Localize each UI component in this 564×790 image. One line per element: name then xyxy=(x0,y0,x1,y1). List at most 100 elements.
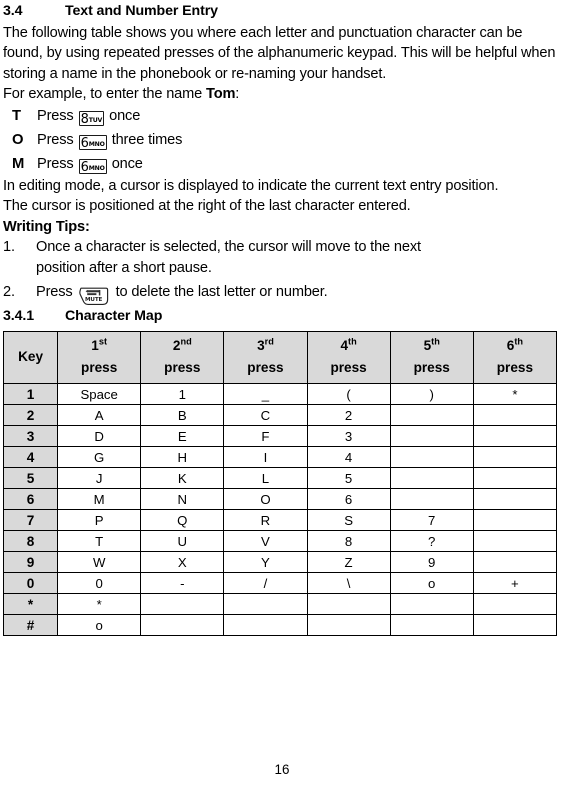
ordinal: 5th xyxy=(391,335,473,357)
press-cell: ) xyxy=(389,383,474,406)
keycap-digit: 8 xyxy=(80,111,89,127)
example-prefix: For example, to enter the name xyxy=(3,85,207,102)
press-cell xyxy=(472,425,558,448)
press-cell: 4 xyxy=(306,446,391,469)
press-example-count: once xyxy=(109,108,141,125)
press-cell xyxy=(389,467,474,490)
press-cell xyxy=(389,593,474,616)
writing-tip-verb: Press xyxy=(36,284,73,301)
column-header-press-1: 1st press xyxy=(57,331,142,385)
intro-paragraph: The following table shows you where each… xyxy=(3,25,556,82)
character-map-body: 1 Space 1 _() * 2 A B C 2 3 D E F 3 4 G H I 4 5 J K L 5 6 M N O 6 7 P Q R… xyxy=(2,383,558,637)
mute-key-icon: MUTE xyxy=(78,287,109,306)
press-cell: 5 xyxy=(306,467,391,490)
ordinal-number: 3 xyxy=(257,338,265,354)
press-cell: + xyxy=(472,572,558,595)
press-cell: J xyxy=(57,467,142,490)
press-cell: H xyxy=(140,446,225,469)
press-cell: X xyxy=(140,551,225,574)
press-cell: _ xyxy=(223,383,308,406)
writing-tip-text-continued: position after a short pause. xyxy=(36,260,212,277)
press-cell: ( xyxy=(306,383,391,406)
press-cell: Y xyxy=(223,551,308,574)
table-row: 2ABC2 xyxy=(2,404,558,427)
press-cell xyxy=(389,446,474,469)
press-cell: \ xyxy=(306,572,391,595)
ordinal: 1st xyxy=(58,335,140,357)
press-cell: / xyxy=(223,572,308,595)
press-cell: K xyxy=(140,467,225,490)
press-cell: * xyxy=(57,593,142,616)
press-cell: W xyxy=(57,551,142,574)
press-cell: - xyxy=(140,572,225,595)
press-example-verb: Press xyxy=(37,132,74,149)
press-cell xyxy=(472,530,558,553)
column-header-press-6: 6th press xyxy=(472,331,558,385)
press-cell: B xyxy=(140,404,225,427)
press-example-letter: T xyxy=(12,108,21,125)
press-cell xyxy=(223,593,308,616)
key-cell: 9 xyxy=(2,551,59,574)
press-cell xyxy=(472,446,558,469)
press-cell xyxy=(140,593,225,616)
page-content: 3.4 Text and Number Entry The following t… xyxy=(2,0,561,637)
press-word: press xyxy=(81,360,118,376)
press-cell: T xyxy=(57,530,142,553)
key-cell: 2 xyxy=(2,404,59,427)
table-row: 5JKL5 xyxy=(2,467,558,490)
press-cell xyxy=(472,404,558,427)
table-row: 9WXYZ9 xyxy=(2,551,558,574)
press-cell xyxy=(472,614,558,637)
character-map-table: Key 1st press 2nd press 3rd press 4th pr… xyxy=(2,331,558,637)
ordinal-suffix: nd xyxy=(180,336,192,347)
press-cell: G xyxy=(57,446,142,469)
writing-tip-marker: 1. xyxy=(3,238,15,255)
table-row: 0 0- / \ o + xyxy=(2,572,558,595)
press-cell xyxy=(472,488,558,511)
press-cell: S xyxy=(306,509,391,532)
table-row: # o xyxy=(2,614,558,637)
keycap-letters: TUV xyxy=(88,116,103,124)
subsection-title: Character Map xyxy=(65,308,163,325)
press-cell: * xyxy=(472,383,558,406)
press-cell: Space xyxy=(57,383,142,406)
keycap-digit: 6 xyxy=(80,135,89,151)
press-word: press xyxy=(496,360,534,376)
press-cell: 6 xyxy=(306,488,391,511)
document-page: 3.4 Text and Number Entry The following t… xyxy=(0,0,564,790)
column-header-press-3: 3rd press xyxy=(223,331,308,385)
press-example-verb: Press xyxy=(37,108,74,125)
ordinal-number: 1 xyxy=(91,338,99,354)
press-cell: o xyxy=(57,614,142,637)
press-cell xyxy=(140,614,225,637)
key-cell: # xyxy=(2,614,59,637)
keypad-8-tuv-icon: 8 TUV xyxy=(78,110,105,127)
press-cell: L xyxy=(223,467,308,490)
key-cell: 3 xyxy=(2,425,59,448)
key-cell: 5 xyxy=(2,467,59,490)
press-word: press xyxy=(413,360,450,376)
table-row: 6MNO6 xyxy=(2,488,558,511)
press-example-count: once xyxy=(111,156,143,173)
press-cell xyxy=(389,488,474,511)
press-cell: U xyxy=(140,530,225,553)
writing-tips-heading: Writing Tips: xyxy=(3,218,90,235)
press-cell: C xyxy=(223,404,308,427)
writing-tip-text: to delete the last letter or number. xyxy=(115,284,328,301)
table-header-row: Key 1st press 2nd press 3rd press 4th pr… xyxy=(2,331,558,385)
keycap-letters: MNO xyxy=(88,164,105,172)
table-row: 7PQRS7 xyxy=(2,509,558,532)
press-cell xyxy=(472,509,558,532)
press-cell: ? xyxy=(389,530,474,553)
subsection-heading: 3.4.1 Character Map xyxy=(3,305,561,328)
table-row: * * xyxy=(2,593,558,616)
key-cell: 1 xyxy=(2,383,59,406)
ordinal: 4th xyxy=(308,335,390,357)
press-cell: 7 xyxy=(389,509,474,532)
press-cell: 2 xyxy=(306,404,391,427)
writing-tip-marker: 2. xyxy=(3,284,15,301)
press-cell: 9 xyxy=(389,551,474,574)
key-cell: 7 xyxy=(2,509,59,532)
subsection-number: 3.4.1 xyxy=(3,308,35,325)
press-cell: 8 xyxy=(306,530,391,553)
